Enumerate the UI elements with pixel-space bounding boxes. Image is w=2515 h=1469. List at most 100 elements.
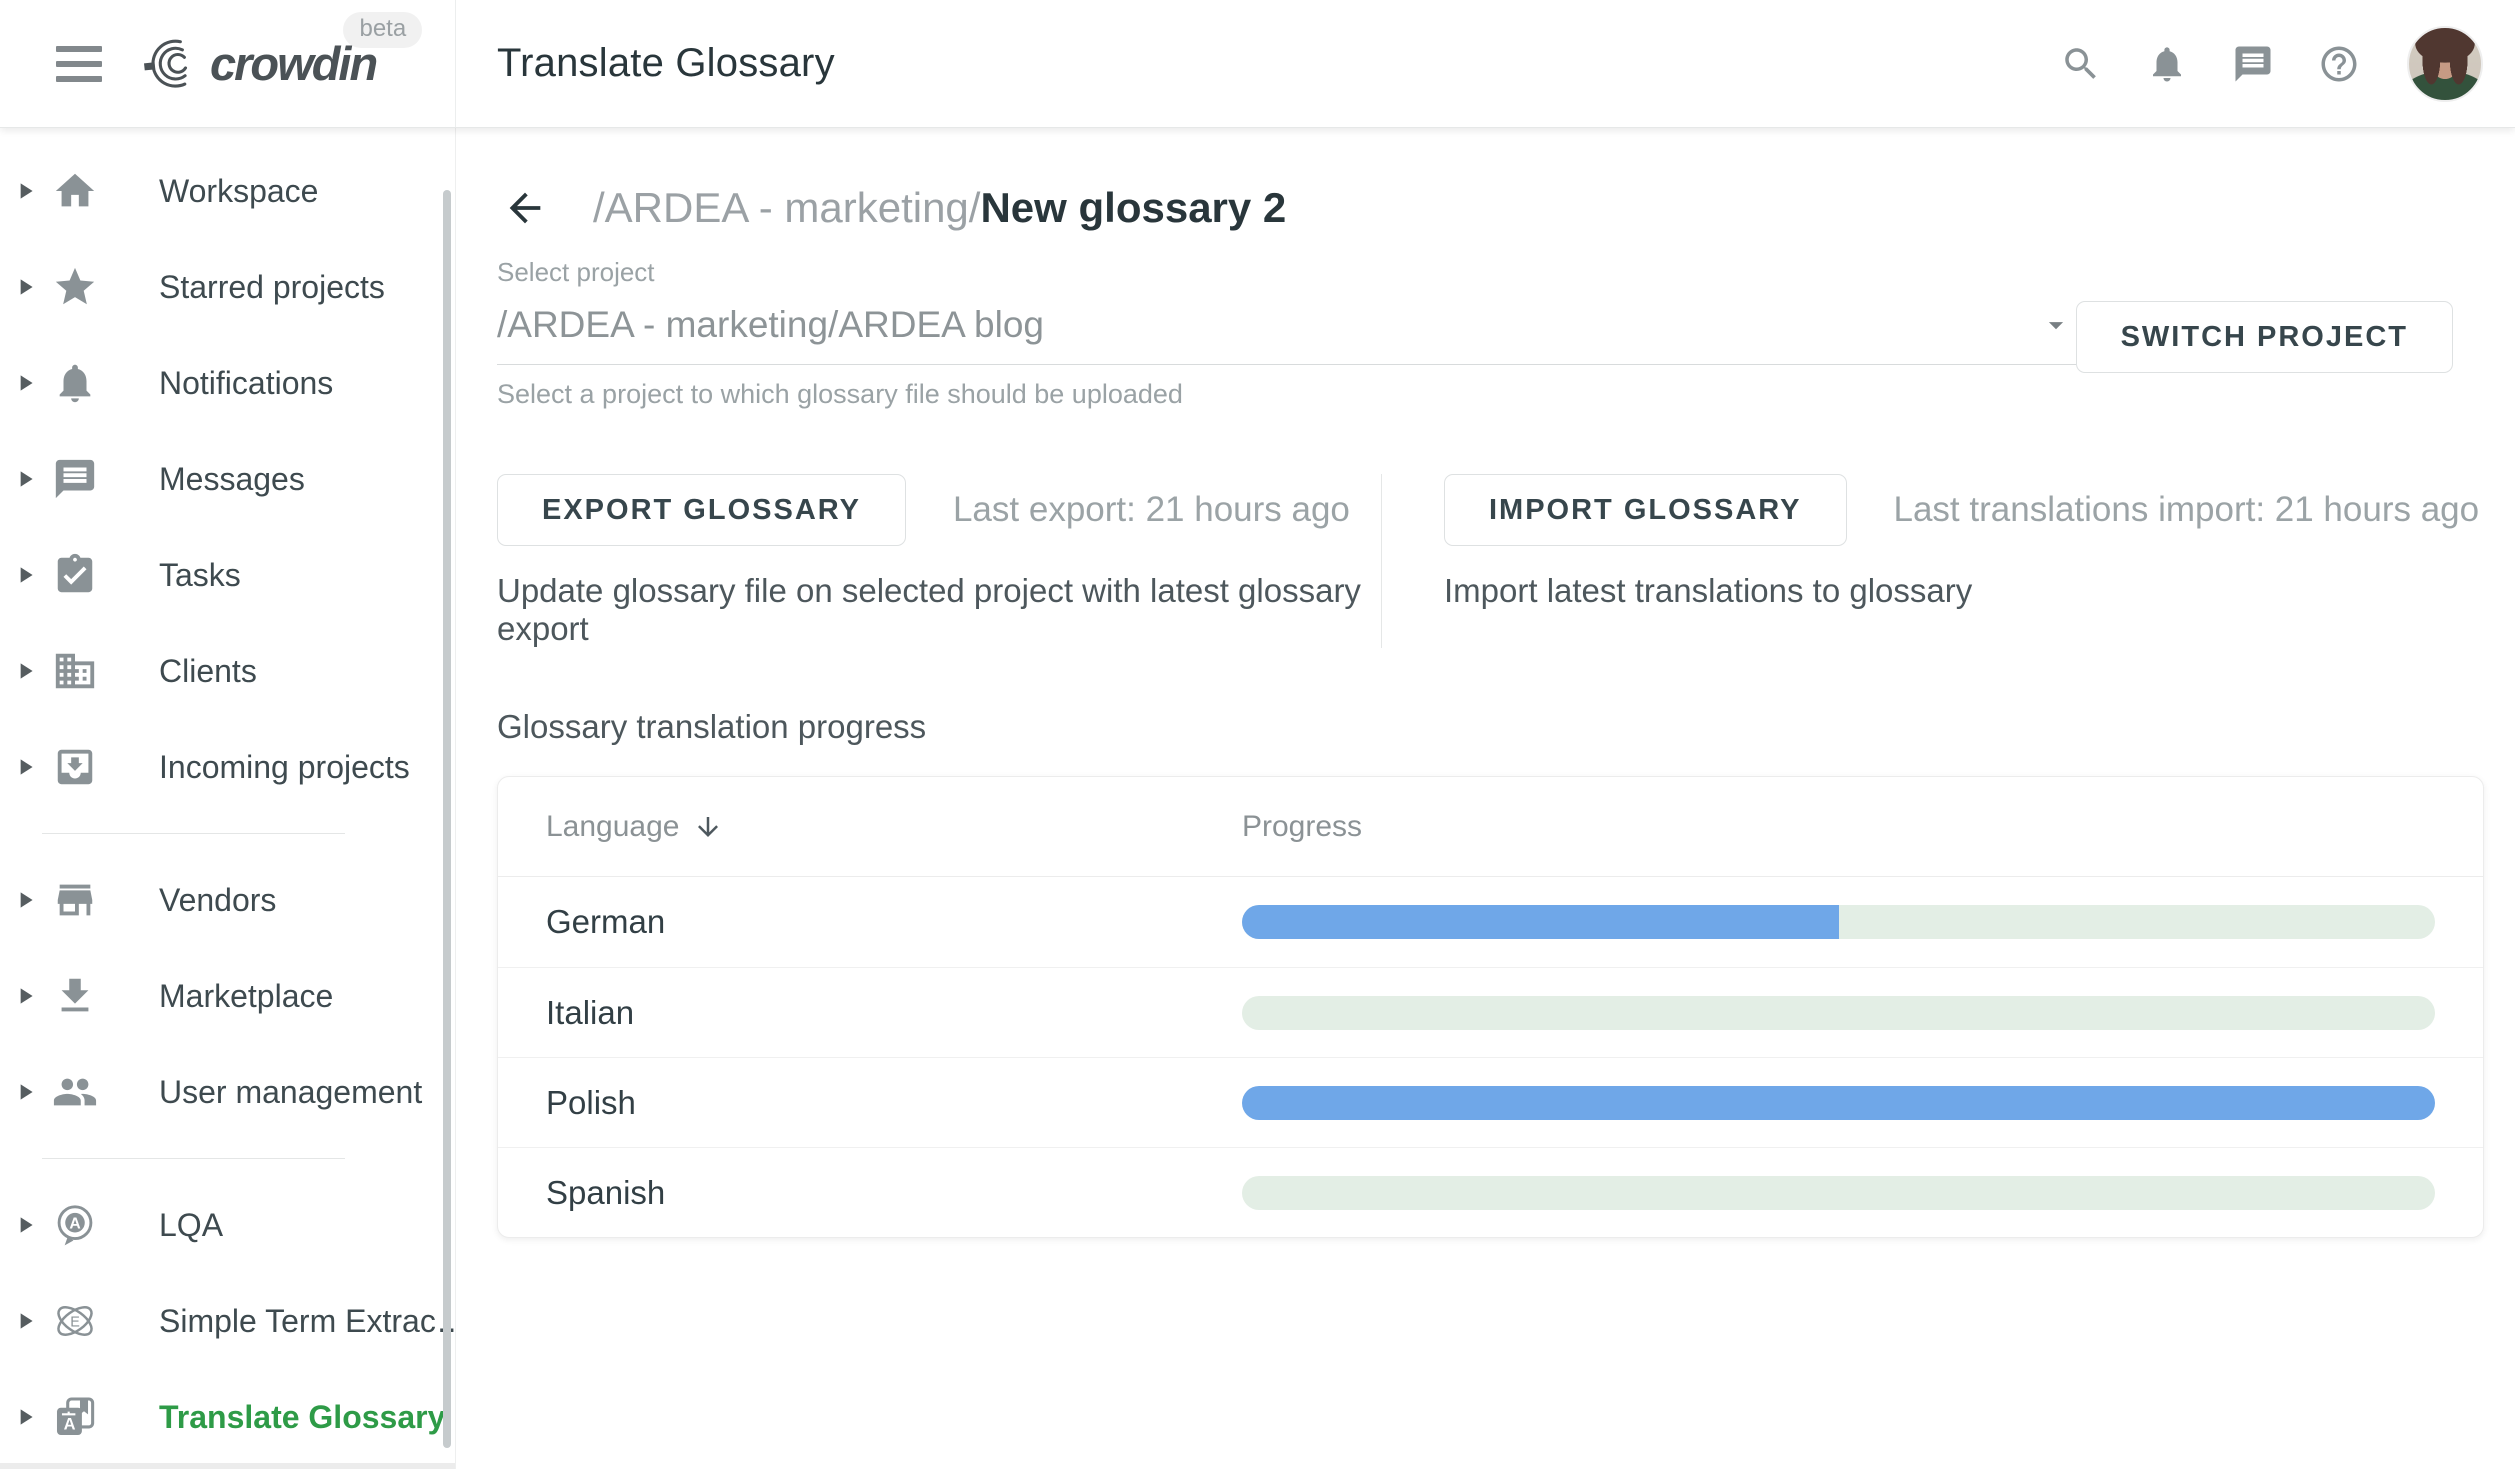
sidebar-item-messages[interactable]: Messages	[0, 431, 455, 527]
user-management-icon	[51, 1068, 99, 1116]
sidebar-item-marketplace[interactable]: Marketplace	[0, 948, 455, 1044]
messages-icon[interactable]	[2227, 38, 2279, 90]
vendors-icon	[51, 876, 99, 924]
sidebar-item-workspace[interactable]: Workspace	[0, 143, 455, 239]
expand-caret-icon[interactable]	[12, 658, 38, 684]
project-select-row: Select project /ARDEA - marketing/ARDEA …	[497, 257, 2484, 410]
progress-table: Language Progress German Italian	[497, 776, 2484, 1238]
expand-caret-icon[interactable]	[12, 754, 38, 780]
last-export-status: Last export: 21 hours ago	[953, 490, 1350, 530]
sidebar-item-clients[interactable]: Clients	[0, 623, 455, 719]
breadcrumb-path[interactable]: /ARDEA - marketing/	[593, 184, 980, 231]
breadcrumb-current: New glossary 2	[980, 184, 1286, 231]
progress-fill	[1242, 1086, 2435, 1120]
expand-caret-icon[interactable]	[12, 1308, 38, 1334]
expand-caret-icon[interactable]	[12, 562, 38, 588]
expand-caret-icon[interactable]	[12, 887, 38, 913]
crowdin-logo-mark	[137, 34, 206, 92]
notifications-icon[interactable]	[2141, 38, 2193, 90]
export-glossary-button[interactable]: EXPORT GLOSSARY	[497, 474, 906, 546]
project-select-helper: Select a project to which glossary file …	[497, 379, 2077, 410]
sidebar-item-label: Marketplace	[159, 978, 333, 1015]
page-title: Translate Glossary	[497, 41, 835, 86]
sidebar-item-incoming-projects[interactable]: Incoming projects	[0, 719, 455, 815]
term-extractor-icon: E	[51, 1297, 99, 1345]
tasks-icon	[51, 551, 99, 599]
expand-caret-icon[interactable]	[12, 178, 38, 204]
expand-caret-icon[interactable]	[12, 274, 38, 300]
expand-caret-icon[interactable]	[12, 983, 38, 1009]
expand-caret-icon[interactable]	[12, 1212, 38, 1238]
svg-text:A: A	[69, 1215, 80, 1232]
sidebar-item-label: LQA	[159, 1207, 223, 1244]
svg-text:E: E	[70, 1314, 80, 1330]
switch-project-button[interactable]: SWITCH PROJECT	[2076, 301, 2453, 373]
sidebar-item-label: Starred projects	[159, 269, 385, 306]
export-description: Update glossary file on selected project…	[497, 572, 1381, 648]
glossary-actions: EXPORT GLOSSARY Last export: 21 hours ag…	[497, 474, 2484, 648]
breadcrumb: /ARDEA - marketing/New glossary 2	[593, 184, 1286, 232]
language-cell: Spanish	[498, 1174, 1242, 1212]
sidebar-item-label: Workspace	[159, 173, 318, 210]
column-header-language[interactable]: Language	[498, 810, 1242, 844]
table-row: Polish	[498, 1057, 2483, 1147]
progress-section-title: Glossary translation progress	[497, 708, 2484, 746]
sidebar-item-user-management[interactable]: User management	[0, 1044, 455, 1140]
sidebar-item-lqa[interactable]: A LQA	[0, 1177, 455, 1273]
progress-fill	[1242, 905, 1839, 939]
sidebar-item-label: Simple Term Extrac…	[159, 1303, 468, 1340]
clients-icon	[51, 647, 99, 695]
beta-badge: beta	[343, 12, 422, 48]
app-header: crowdin beta Translate Glossary	[0, 0, 2515, 128]
language-cell: Polish	[498, 1084, 1242, 1122]
sidebar-header: crowdin beta	[0, 0, 456, 127]
expand-caret-icon[interactable]	[12, 1079, 38, 1105]
export-section: EXPORT GLOSSARY Last export: 21 hours ag…	[497, 474, 1381, 648]
crowdin-logo[interactable]: crowdin beta	[140, 36, 376, 91]
header-actions	[2055, 26, 2515, 102]
sort-descending-icon	[693, 812, 723, 842]
app-window: crowdin beta Translate Glossary	[0, 0, 2515, 1469]
sidebar-item-label: Translate Glossary	[159, 1399, 445, 1436]
sidebar-bottom-divider	[0, 1463, 455, 1469]
progress-track	[1242, 1086, 2435, 1120]
progress-track	[1242, 1176, 2435, 1210]
sidebar-item-starred-projects[interactable]: Starred projects	[0, 239, 455, 335]
help-icon[interactable]	[2313, 38, 2365, 90]
expand-caret-icon[interactable]	[12, 370, 38, 396]
import-glossary-button[interactable]: IMPORT GLOSSARY	[1444, 474, 1847, 546]
column-header-progress: Progress	[1242, 810, 2483, 844]
project-select-value: /ARDEA - marketing/ARDEA blog	[497, 304, 1044, 346]
sidebar-item-label: Notifications	[159, 365, 333, 402]
svg-text:A: A	[64, 1416, 76, 1434]
user-avatar[interactable]	[2407, 26, 2483, 102]
sidebar-item-simple-term-extrac[interactable]: E Simple Term Extrac…	[0, 1273, 455, 1369]
back-button[interactable]	[497, 180, 553, 236]
project-select[interactable]: Select project /ARDEA - marketing/ARDEA …	[497, 257, 2077, 410]
sidebar-item-vendors[interactable]: Vendors	[0, 852, 455, 948]
marketplace-icon	[51, 972, 99, 1020]
star-icon	[51, 263, 99, 311]
sidebar-item-tasks[interactable]: Tasks	[0, 527, 455, 623]
expand-caret-icon[interactable]	[12, 466, 38, 492]
sidebar-item-label: User management	[159, 1074, 422, 1111]
table-row: Italian	[498, 967, 2483, 1057]
sidebar-item-label: Incoming projects	[159, 749, 410, 786]
search-icon[interactable]	[2055, 38, 2107, 90]
sidebar: Workspace Starred projects Notifications…	[0, 128, 456, 1469]
bell-icon	[51, 359, 99, 407]
breadcrumb-row: /ARDEA - marketing/New glossary 2	[497, 175, 2484, 241]
actions-divider	[1381, 474, 1382, 648]
table-row: Spanish	[498, 1147, 2483, 1237]
sidebar-item-notifications[interactable]: Notifications	[0, 335, 455, 431]
sidebar-item-translate-glossary[interactable]: A Translate Glossary	[0, 1369, 455, 1465]
language-cell: German	[498, 903, 1242, 941]
dropdown-caret-icon[interactable]	[2039, 308, 2073, 342]
message-icon	[51, 455, 99, 503]
sidebar-scrollbar[interactable]	[443, 190, 451, 1448]
project-select-label: Select project	[497, 257, 2077, 288]
progress-track	[1242, 905, 2435, 939]
expand-caret-icon[interactable]	[12, 1404, 38, 1430]
sidebar-item-label: Messages	[159, 461, 305, 498]
hamburger-menu-button[interactable]	[56, 46, 102, 82]
